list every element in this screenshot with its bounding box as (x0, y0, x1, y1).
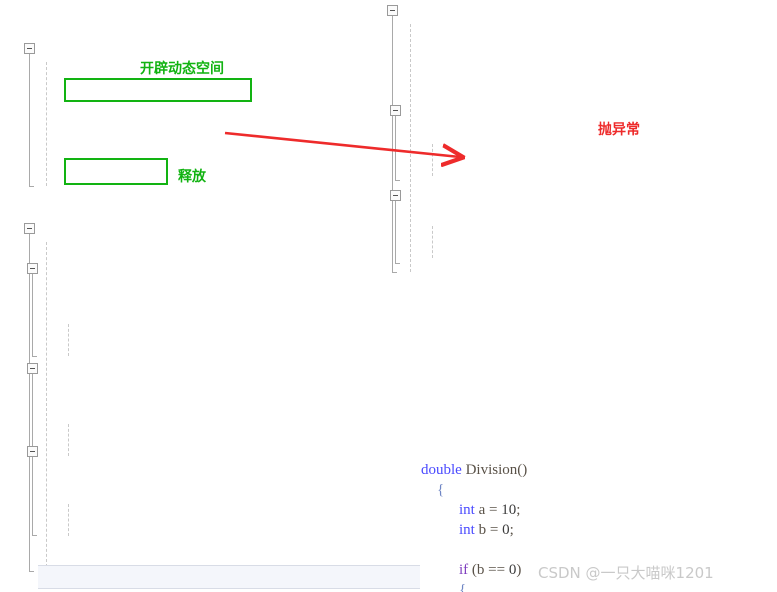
fold-end-division (392, 272, 397, 273)
fold-toggle-catch-2[interactable] (27, 446, 38, 457)
code-token-plain: Division() (461, 462, 528, 478)
fold-end-try (32, 356, 37, 357)
fold-toggle-else[interactable] (390, 190, 401, 201)
code-line[interactable]: { (385, 480, 777, 500)
fold-line-else (395, 201, 396, 263)
indent-guide (410, 24, 411, 272)
fold-end-main (29, 571, 34, 572)
left-code-pane[interactable]: void Func(){int* p1 = new int; cout << D… (0, 38, 420, 592)
code-token-plain: b = (474, 522, 503, 538)
code-token-num: 0 (502, 522, 510, 538)
indent-guide (432, 226, 433, 258)
fold-toggle-try[interactable] (27, 263, 38, 274)
indent-guide (68, 504, 69, 536)
code-token-brace: { (437, 482, 445, 498)
code-token-type: double (421, 462, 462, 478)
code-token-kw: if (459, 562, 469, 578)
fold-line-func (29, 54, 30, 186)
annotation-throw: 抛异常 (598, 122, 640, 138)
indent-guide (46, 62, 47, 186)
fold-toggle-func[interactable] (24, 43, 35, 54)
fold-line-try (32, 274, 33, 356)
indent-guide (432, 144, 433, 176)
fold-toggle-catch-1[interactable] (27, 363, 38, 374)
right-code-pane[interactable]: double Division(){int a = 10; int b = 0; … (385, 0, 777, 592)
code-token-type: int (459, 502, 475, 518)
code-line[interactable]: int b = 0; (385, 520, 777, 540)
fold-toggle-main[interactable] (24, 223, 35, 234)
fold-line-if (395, 116, 396, 180)
fold-line-catch-2 (32, 457, 33, 535)
indent-guide (46, 242, 47, 572)
code-token-plain: ; (509, 522, 514, 538)
code-token-num: 10 (501, 502, 517, 518)
code-token-plain: (b == (468, 562, 509, 578)
fold-line-division (392, 16, 393, 272)
fold-toggle-if[interactable] (390, 105, 401, 116)
csdn-watermark: CSDN @一只大喵咪1201 (538, 564, 714, 582)
fold-line-catch-1 (32, 374, 33, 456)
code-token-plain: a = (474, 502, 502, 518)
code-token-type: int (459, 522, 475, 538)
annotation-alloc: 开辟动态空间 (140, 61, 224, 77)
code-token-brace: { (459, 582, 467, 592)
current-line-highlight (38, 565, 420, 589)
annotation-free: 释放 (178, 169, 206, 185)
fold-end-func (29, 186, 34, 187)
fold-end-catch-2 (32, 535, 37, 536)
code-line[interactable] (385, 540, 777, 560)
code-screenshot-root: void Func(){int* p1 = new int; cout << D… (0, 0, 777, 592)
fold-end-else (395, 263, 400, 264)
fold-toggle-division[interactable] (387, 5, 398, 16)
fold-line-main (29, 234, 30, 571)
fold-end-if (395, 180, 400, 181)
indent-guide (68, 324, 69, 356)
indent-guide (68, 424, 69, 456)
code-line[interactable]: double Division() (385, 460, 777, 480)
code-token-plain: ; (516, 502, 521, 518)
code-token-plain: ) (516, 562, 522, 578)
code-line[interactable]: int a = 10; (385, 500, 777, 520)
